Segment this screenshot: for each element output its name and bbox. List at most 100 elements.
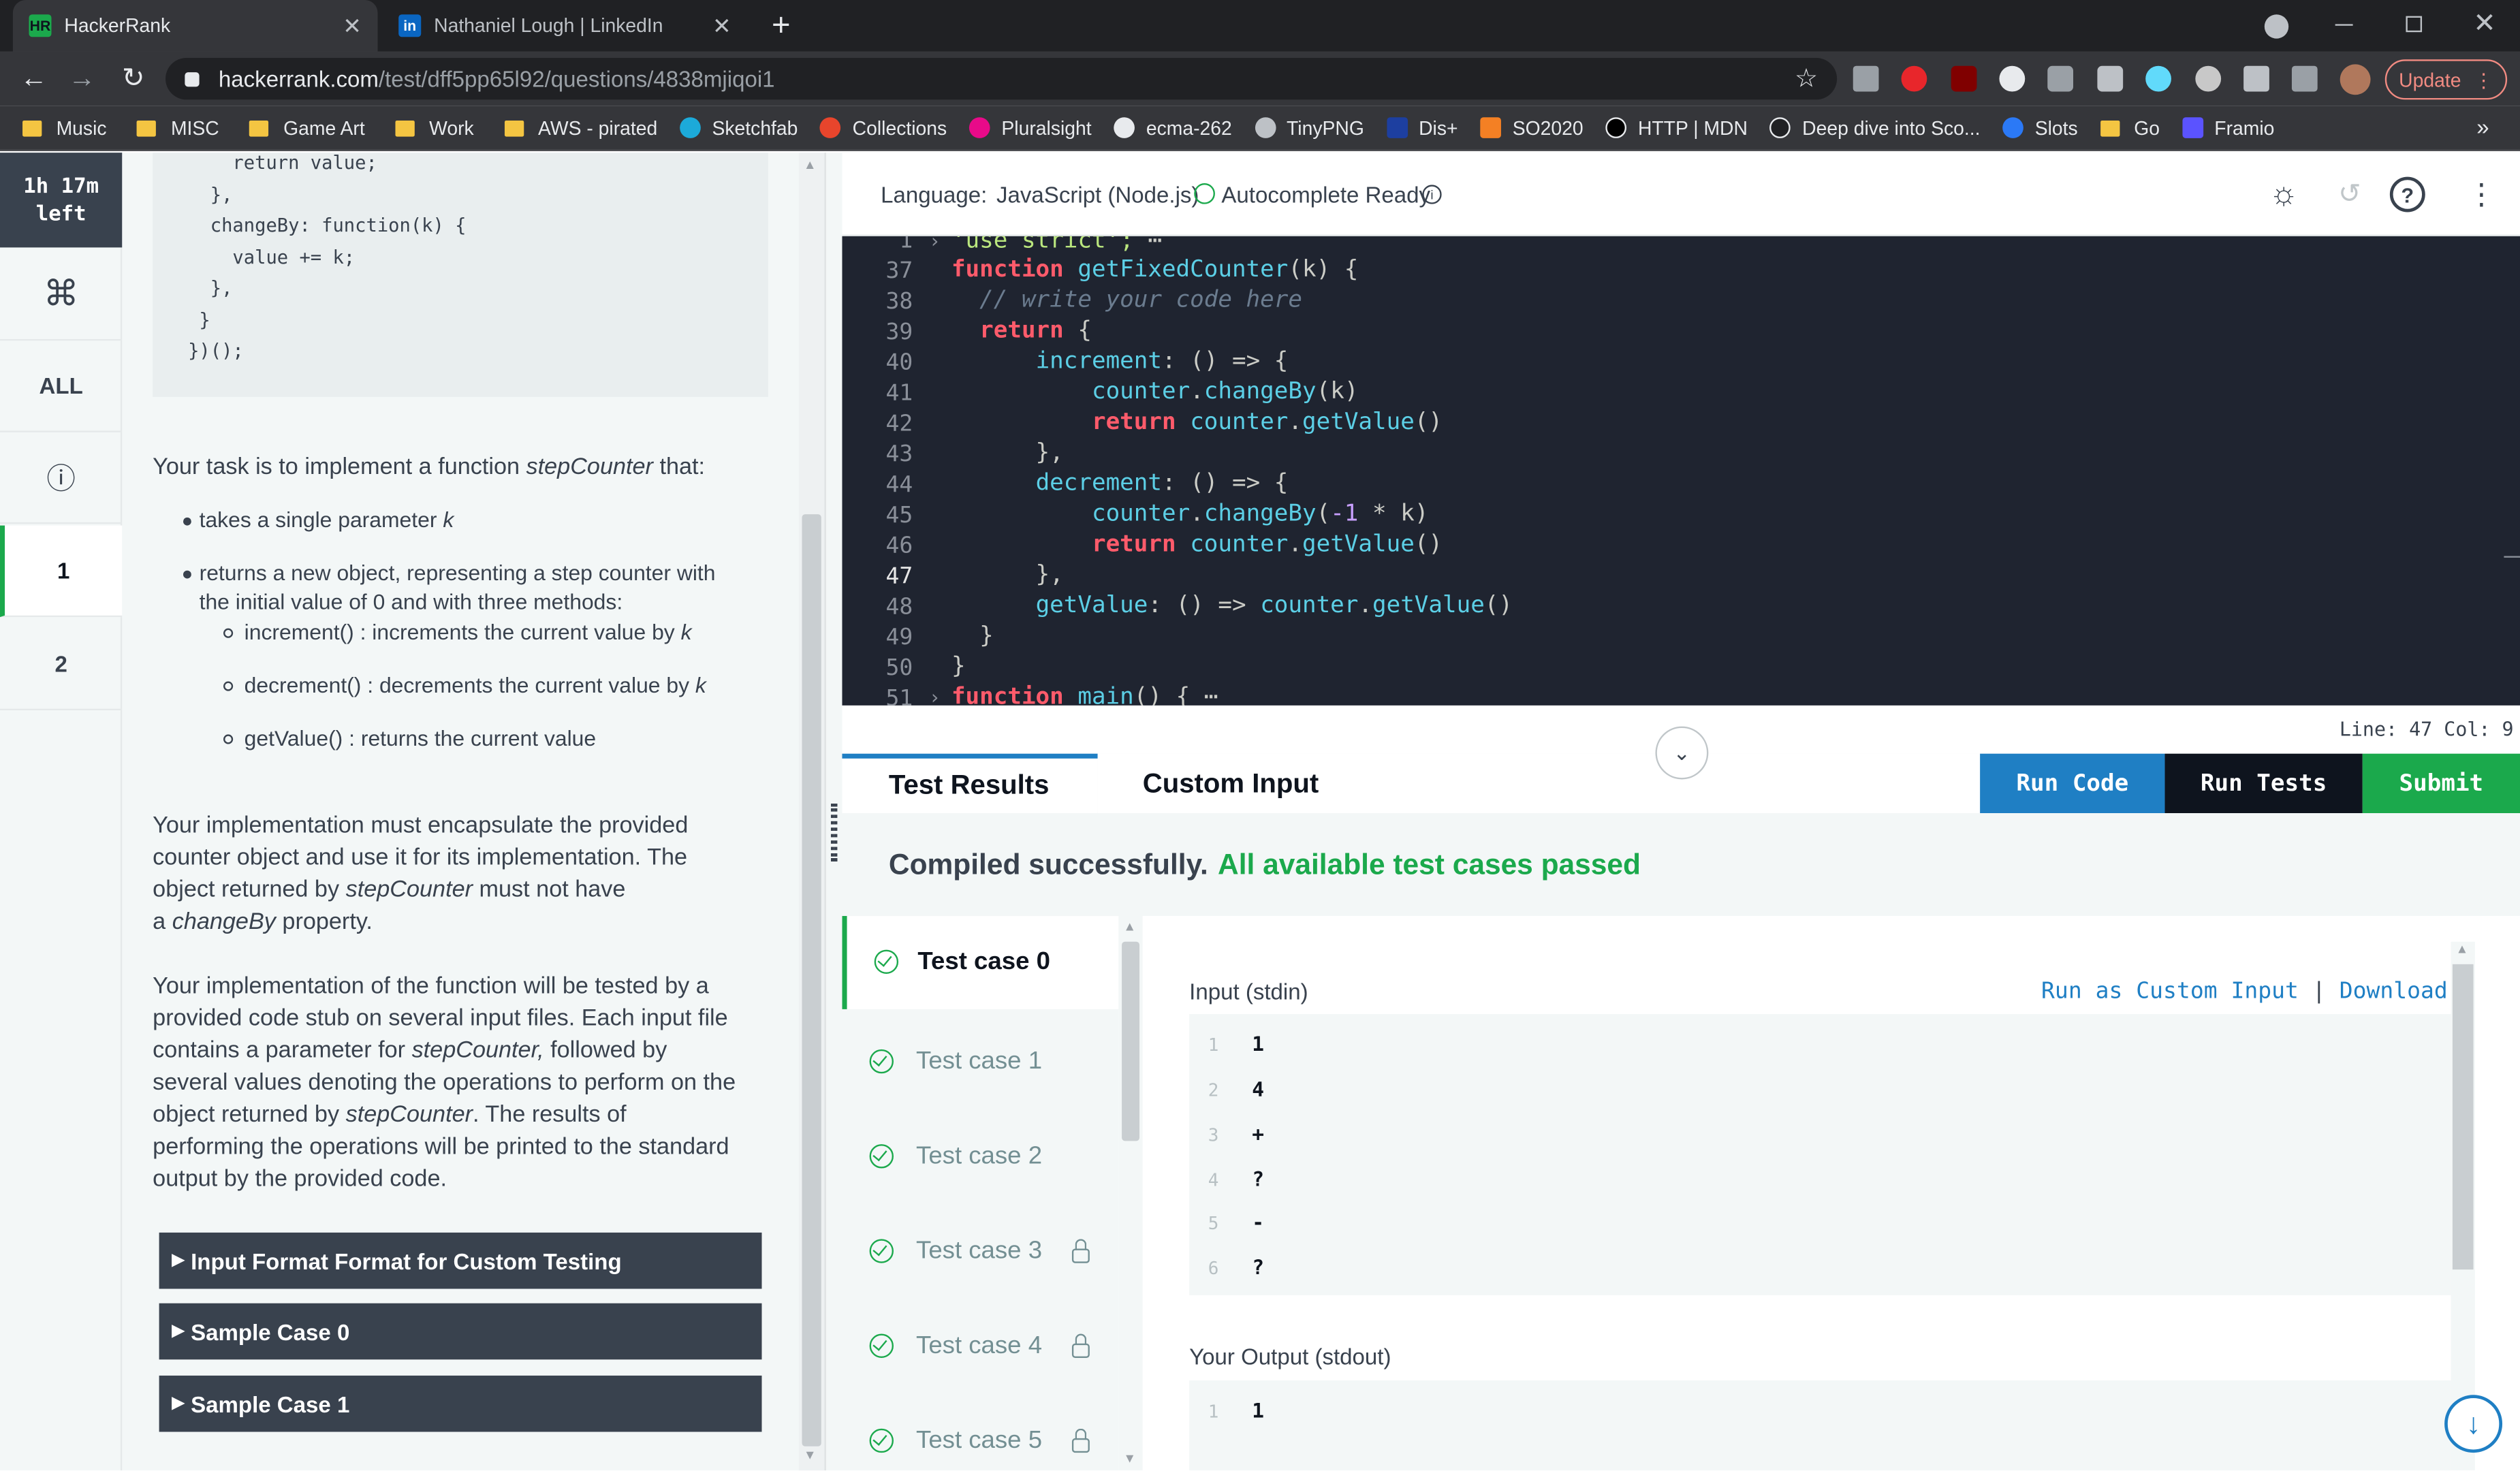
bookmark-sketchfab[interactable]: Sketchfab [680,116,798,139]
submit-button[interactable]: Submit [2362,753,2520,814]
new-tab-plus-icon[interactable]: + [763,6,799,45]
scroll-up-icon[interactable]: ▲ [2456,942,2469,956]
bookmark-slots[interactable]: Slots [2002,116,2078,139]
browser-tab-bar: HR HackerRank ✕ in Nathaniel Lough | Lin… [0,0,2520,52]
theme-sun-icon[interactable]: ☼ [2263,174,2304,215]
caret-right-icon: ▶ [172,1252,185,1270]
more-bookmarks-icon[interactable]: » [2476,114,2489,140]
code-editor[interactable]: 1 37 38 39 40 41 42 43 44 45 46 47 48 49… [842,236,2520,706]
bookmark-so2020[interactable]: SO2020 [1480,116,1584,139]
bookmark-mdn[interactable]: HTTP | MDN [1605,116,1748,139]
drag-handle-icon[interactable] [830,803,838,861]
autocomplete-status[interactable]: Autocomplete Ready [1221,182,1430,208]
scroll-up-icon[interactable]: ▲ [804,157,817,172]
nav-all[interactable]: ALL [0,341,123,432]
fold-arrow-icon[interactable]: › [929,236,941,253]
history-icon[interactable]: ↺ [2329,174,2370,215]
react-devtools-icon[interactable] [2145,65,2171,92]
framio-icon [2182,117,2203,138]
bookmark-work[interactable]: Work [395,116,474,139]
scroll-down-icon[interactable]: ▼ [1123,1451,1136,1466]
scrollbar-thumb[interactable] [1122,941,1140,1141]
language-select[interactable]: JavaScript (Node.js) [996,182,1199,208]
window-close-icon[interactable]: ✕ [2468,6,2500,42]
incognito-extension-icon[interactable] [2195,65,2222,92]
tab-test-results[interactable]: Test Results [842,753,1098,814]
ublock-extension-icon[interactable] [1951,65,1977,92]
pane-splitter[interactable] [824,153,842,1471]
input-line: ? [1252,1254,1264,1280]
scroll-down-icon[interactable]: ▼ [804,1448,817,1462]
test-case-1[interactable]: Test case 1 [842,1015,1118,1109]
reload-icon[interactable]: ↻ [116,61,151,97]
bookmark-aws[interactable]: AWS - pirated [504,116,657,139]
test-case-label: Test case 1 [916,1047,1043,1075]
run-as-custom-input-link[interactable]: Run as Custom Input [2041,979,2299,1005]
browser-tab-hackerrank[interactable]: HR HackerRank ✕ [12,0,378,52]
browser-tab-linkedin[interactable]: in Nathaniel Lough | LinkedIn ✕ [383,0,748,52]
run-code-button[interactable]: Run Code [1980,753,2165,814]
test-case-3[interactable]: Test case 3 [842,1205,1118,1299]
bookmark-deep-dive[interactable]: Deep dive into Sco... [1769,116,1981,140]
close-tab-icon[interactable]: ✕ [712,12,731,39]
minimize-icon[interactable] [2335,24,2353,26]
problem-statement: return value; }, changeBy: function(k) {… [122,153,825,1471]
bookmark-disney[interactable]: Dis+ [1386,116,1458,139]
test-case-scrollbar[interactable]: ▲ ▼ [1118,916,1143,1471]
bookmark-label: Deep dive into Sco... [1802,116,1981,140]
test-case-0[interactable]: Test case 0 [842,916,1119,1009]
accordion-sample-1[interactable]: ▶ Sample Case 1 [159,1375,762,1432]
forward-arrow-icon[interactable]: → [64,61,99,97]
bookmark-star-icon[interactable]: ☆ [1795,63,1818,95]
info-icon[interactable]: ⓘ [0,432,123,524]
bookmark-pluralsight[interactable]: Pluralsight [969,116,1092,139]
collapse-chevron-icon[interactable]: ⌄ [1655,726,1709,780]
restore-icon[interactable] [2406,16,2423,33]
adblock-extension-icon[interactable] [1901,65,1927,92]
bookmark-framio[interactable]: Framio [2182,116,2274,139]
accordion-input-format[interactable]: ▶ Input Format Format for Custom Testing [159,1232,762,1289]
question-2[interactable]: 2 [0,618,123,710]
tab-search-icon[interactable] [2264,14,2289,39]
close-tab-icon[interactable]: ✕ [343,12,362,39]
bookmark-go[interactable]: Go [2100,116,2160,139]
question-1[interactable]: 1 [0,525,123,618]
reading-list-icon[interactable] [2291,65,2318,92]
bookmark-misc[interactable]: MISC [137,116,219,139]
scroll-up-icon[interactable]: ▲ [1123,919,1136,934]
accordion-sample-0[interactable]: ▶ Sample Case 0 [159,1303,762,1360]
url-bar[interactable]: hackerrank.com/test/dff5pp65l92/question… [166,57,1838,100]
bookmark-music[interactable]: Music [22,116,107,139]
test-case-2[interactable]: Test case 2 [842,1111,1118,1204]
problem-scrollbar[interactable]: ▲ ▼ [798,153,825,1471]
run-tests-button[interactable]: Run Tests [2164,753,2363,814]
scrollbar-thumb[interactable] [2452,964,2474,1270]
scrollbar-thumb[interactable] [802,514,821,1446]
bookmark-ecma[interactable]: ecma-262 [1114,116,1232,139]
tab-custom-input[interactable]: Custom Input [1097,753,1981,814]
fold-arrow-icon[interactable]: › [929,686,941,706]
back-arrow-icon[interactable]: ← [16,61,52,97]
help-icon[interactable]: ? [2389,176,2425,212]
extensions-puzzle-icon[interactable] [2243,65,2269,92]
line-number: 49 [885,624,913,651]
detail-scrollbar[interactable]: ▲ [2451,941,2475,1471]
info-icon[interactable]: i [1422,185,1442,204]
bookmark-game-art[interactable]: Game Art [249,116,365,139]
update-button[interactable]: Update ⋮ [2384,59,2508,100]
bookmark-tinypng[interactable]: TinyPNG [1254,116,1364,139]
more-options-icon[interactable]: ⋮ [2467,174,2495,215]
accordion-label: Sample Case 0 [191,1318,350,1344]
download-link[interactable]: Download [2340,979,2448,1005]
pencil-extension-icon[interactable] [2097,65,2124,92]
avatar[interactable] [2340,64,2371,95]
scroll-to-bottom-icon[interactable]: ↓ [2444,1395,2503,1453]
ghostery-extension-icon[interactable] [1999,65,2026,92]
test-case-4[interactable]: Test case 4 [842,1300,1118,1393]
bookmark-collections[interactable]: Collections [820,116,947,139]
code-line: })(); [188,338,244,362]
test-case-5[interactable]: Test case 5 [842,1395,1118,1470]
eyedropper-extension-icon[interactable] [1853,65,1879,92]
command-icon[interactable]: ⌘ [0,249,123,341]
code-extension-icon[interactable] [2047,65,2074,92]
